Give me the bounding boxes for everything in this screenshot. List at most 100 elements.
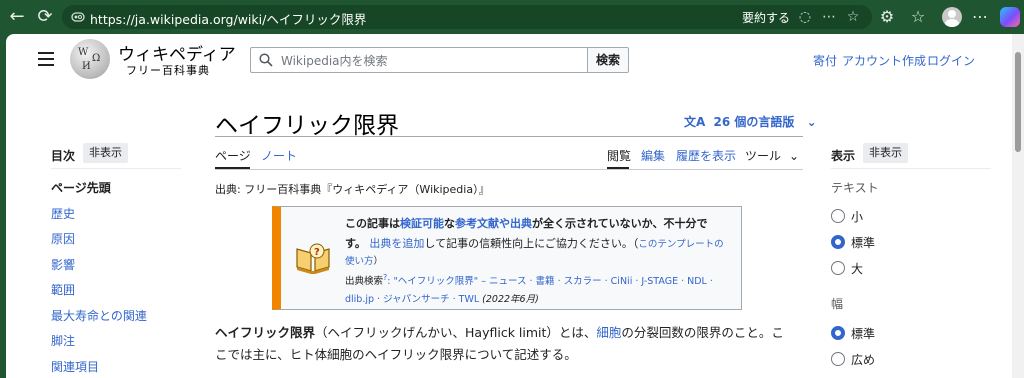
toc-divider	[51, 168, 181, 169]
search-placeholder: Wikipedia内を検索	[281, 54, 388, 68]
radio-text-large-label: 大	[851, 262, 864, 276]
display-divider	[831, 168, 991, 169]
tab-edit[interactable]: 編集	[641, 147, 665, 164]
read-aloud-icon[interactable]: ◌	[795, 7, 815, 27]
radio-width-wide[interactable]	[831, 352, 845, 366]
favorite-star-icon[interactable]: ☆	[843, 7, 863, 27]
radio-text-standard[interactable]	[831, 235, 845, 249]
source-search-links[interactable]: : "ヘイフリック限界" – ニュース · 書籍 · スカラー · CiNii …	[387, 276, 713, 287]
tab-talk[interactable]: ノート	[261, 147, 297, 164]
address-bar[interactable]: https://ja.wikipedia.org/wiki/ヘイフリック限界 要…	[62, 5, 872, 29]
wikipedia-globe-logo[interactable]: WΩИ	[70, 39, 110, 79]
copilot-icon[interactable]	[1000, 7, 1020, 27]
intro-text: の分裂回数の限界のこと。こ	[621, 325, 784, 340]
reload-icon[interactable]: ⟳	[32, 4, 58, 30]
tab-history[interactable]: 履歴を表示	[676, 147, 736, 164]
svg-text:?: ?	[314, 247, 320, 258]
profile-avatar[interactable]	[942, 7, 962, 27]
radio-width-wide-label: 広め	[851, 353, 876, 367]
summarize-button[interactable]: 要約する	[742, 9, 790, 26]
notice-box: ? この記事は検証可能な参考文献や出典が全く示されていないか、不十分で す。 出…	[272, 206, 742, 310]
toc-item-top[interactable]: ページ先頭	[51, 179, 111, 196]
display-panel-title: 表示	[831, 149, 856, 163]
search-icon	[259, 53, 273, 67]
tab-tools[interactable]: ツール ⌄	[745, 147, 799, 164]
page-frame: WΩИ ウィキペディア フリー百科事典 Wikipedia内を検索 検索 寄付 …	[0, 34, 1024, 378]
radio-text-standard-label: 標準	[851, 236, 876, 250]
template-usage-link[interactable]: このテンプレートの	[638, 239, 723, 250]
title-divider	[215, 136, 803, 137]
source-search-label: 出典検索	[345, 276, 384, 288]
book-question-icon: ?	[296, 243, 330, 274]
source-search-links-2[interactable]: dlib.jp · ジャパンサーチ · TWL	[345, 294, 479, 305]
width-label: 幅	[831, 297, 844, 311]
notice-line-1: この記事は検証可能な参考文献や出典が全く示されていないか、不十分で	[345, 215, 707, 231]
toc-item-history[interactable]: 歴史	[51, 205, 75, 222]
radio-text-large[interactable]	[831, 261, 845, 275]
tools-label: ツール	[745, 149, 782, 163]
source-line: 出典: フリー百科事典『ウィキペディア（Wikipedia）』	[215, 183, 490, 196]
main-menu-icon[interactable]	[38, 52, 54, 66]
text-size-label: テキスト	[831, 181, 879, 195]
notice-text: この記事は	[345, 217, 400, 230]
back-icon[interactable]: ←	[4, 4, 30, 30]
notice-date: (2022年6月)	[482, 294, 539, 305]
radio-text-small-label: 小	[851, 210, 864, 224]
notice-line-3: 使い方）	[345, 253, 383, 267]
extensions-icon[interactable]: ⚙	[875, 5, 899, 29]
create-account-link[interactable]: アカウント作成	[842, 52, 926, 69]
logo-subtitle: フリー百科事典	[126, 64, 210, 77]
toc-item-range[interactable]: 範囲	[51, 281, 75, 298]
radio-text-small[interactable]	[831, 209, 845, 223]
notice-text: す。	[345, 237, 366, 250]
chevron-down-icon: ⌄	[806, 115, 817, 129]
notice-text: して記事の信頼性向上にご協力ください。（	[424, 237, 639, 250]
template-usage-link-cont[interactable]: 使い方	[345, 256, 374, 267]
more-icon[interactable]: ⋯	[819, 7, 839, 27]
scrollbar-thumb[interactable]	[1015, 52, 1021, 152]
notice-source-search-2: dlib.jp · ジャパンサーチ · TWL (2022年6月)	[345, 291, 539, 305]
donate-link[interactable]: 寄付	[813, 52, 837, 69]
page-scrollbar[interactable]	[1012, 34, 1024, 378]
login-link[interactable]: ログイン	[927, 52, 975, 69]
term-bold: ヘイフリック限界	[215, 325, 316, 340]
toc-item-notes[interactable]: 脚注	[51, 332, 75, 349]
add-source-link[interactable]: 出典を追加	[369, 237, 424, 250]
display-hide-button[interactable]: 非表示	[863, 143, 908, 163]
search-input[interactable]: Wikipedia内を検索	[250, 47, 588, 73]
site-info-icon[interactable]	[71, 10, 85, 24]
browser-toolbar: ← ⟳ https://ja.wikipedia.org/wiki/ヘイフリック…	[0, 0, 1024, 34]
notice-line-2: す。 出典を追加して記事の信頼性向上にご協力ください。（このテンプレートの	[345, 235, 724, 251]
toc-item-effects[interactable]: 影響	[51, 256, 75, 273]
url-text: https://ja.wikipedia.org/wiki/ヘイフリック限界	[90, 12, 367, 27]
intro-line-2: こでは主に、ヒト体細胞のヘイフリック限界について記述する。	[215, 347, 577, 362]
radio-width-standard[interactable]	[831, 326, 845, 340]
radio-width-standard-label: 標準	[851, 327, 876, 341]
language-count: 26 個の言語版	[713, 115, 795, 129]
notice-text: ）	[373, 256, 384, 267]
toc-hide-button[interactable]: 非表示	[83, 143, 128, 163]
notice-text: な	[444, 217, 455, 230]
wikipedia-page: WΩИ ウィキペディア フリー百科事典 Wikipedia内を検索 検索 寄付 …	[6, 34, 1012, 378]
references-link[interactable]: 参考文献や出典	[455, 217, 532, 230]
intro-text: （ヘイフリックげんかい、Hayflick limit）とは、	[315, 325, 597, 340]
tab-read[interactable]: 閲覧	[607, 147, 631, 164]
page-title: ヘイフリック限界	[215, 113, 399, 139]
intro-line-1: ヘイフリック限界（ヘイフリックげんかい、Hayflick limit）とは、細胞…	[215, 322, 784, 341]
toc-title: 目次	[51, 149, 76, 163]
tabs-divider	[215, 169, 803, 170]
menu-dots-icon[interactable]: ⋯	[968, 5, 992, 29]
search-button[interactable]: 検索	[587, 47, 629, 73]
language-button[interactable]: 文A 26 個の言語版 ⌄	[684, 113, 817, 130]
toc-item-cause[interactable]: 原因	[51, 230, 75, 247]
toc-item-lifespan[interactable]: 最大寿命との関連	[51, 307, 147, 324]
chevron-down-icon: ⌄	[789, 149, 800, 163]
tab-page[interactable]: ページ	[215, 147, 251, 164]
language-icon: 文A	[684, 115, 706, 129]
notice-text: が全く示されていないか、不十分で	[532, 217, 708, 230]
cell-link[interactable]: 細胞	[596, 325, 621, 340]
toc-item-related[interactable]: 関連項目	[51, 358, 99, 375]
verifiability-link[interactable]: 検証可能	[400, 217, 444, 230]
notice-source-search: 出典検索?: "ヘイフリック限界" – ニュース · 書籍 · スカラー · C…	[345, 273, 713, 287]
favorites-icon[interactable]: ☆	[906, 5, 930, 29]
